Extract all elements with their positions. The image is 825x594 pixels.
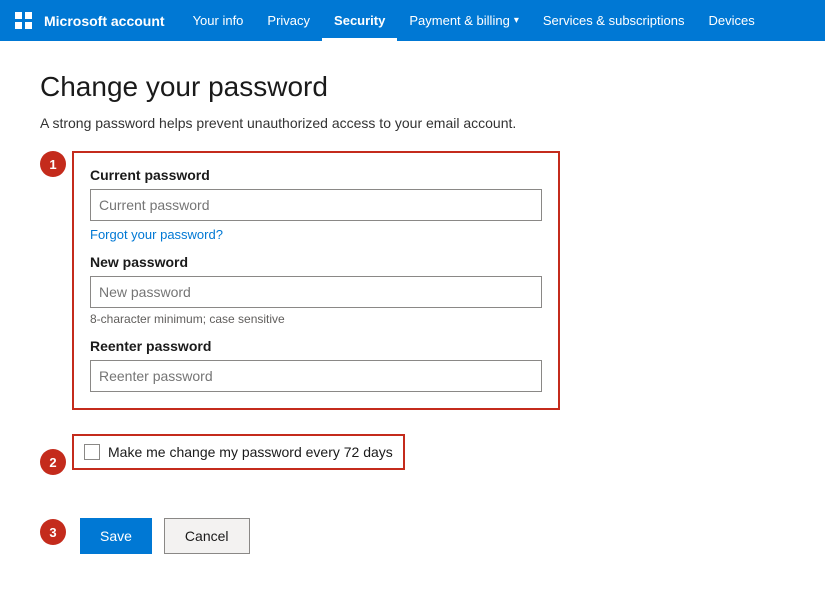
forgot-password-link[interactable]: Forgot your password?: [90, 227, 223, 242]
step2-row: 2 Make me change my password every 72 da…: [40, 434, 560, 490]
save-button[interactable]: Save: [80, 518, 152, 554]
checkbox-section: Make me change my password every 72 days: [72, 434, 405, 470]
reenter-password-row: Reenter password: [90, 338, 542, 392]
current-password-input[interactable]: [90, 189, 542, 221]
nav-links: Your info Privacy Security Payment & bil…: [181, 0, 767, 41]
main-content: Change your password A strong password h…: [0, 41, 600, 594]
nav-link-payment-billing[interactable]: Payment & billing ▾: [397, 0, 530, 41]
current-password-label: Current password: [90, 167, 542, 183]
button-row: Save Cancel: [80, 518, 250, 554]
nav-link-your-info[interactable]: Your info: [181, 0, 256, 41]
nav-bar: Microsoft account Your info Privacy Secu…: [0, 0, 825, 41]
new-password-hint: 8-character minimum; case sensitive: [90, 312, 542, 326]
nav-link-privacy[interactable]: Privacy: [255, 0, 322, 41]
checkbox-label: Make me change my password every 72 days: [108, 444, 393, 460]
password-form-section: Current password Forgot your password? N…: [72, 151, 560, 410]
nav-link-security[interactable]: Security: [322, 0, 397, 41]
new-password-input[interactable]: [90, 276, 542, 308]
change-password-checkbox[interactable]: [84, 444, 100, 460]
current-password-row: Current password Forgot your password?: [90, 167, 542, 242]
step1-row: 1 Current password Forgot your password?…: [40, 151, 560, 424]
nav-link-services-subscriptions[interactable]: Services & subscriptions: [531, 0, 697, 41]
step2-circle: 2: [40, 449, 66, 475]
step3-circle: 3: [40, 519, 66, 545]
cancel-button[interactable]: Cancel: [164, 518, 250, 554]
nav-brand[interactable]: Microsoft account: [44, 13, 165, 29]
payment-billing-arrow-icon: ▾: [514, 15, 519, 26]
reenter-password-input[interactable]: [90, 360, 542, 392]
new-password-label: New password: [90, 254, 542, 270]
reenter-password-label: Reenter password: [90, 338, 542, 354]
app-grid-icon[interactable]: [8, 5, 40, 37]
new-password-row: New password 8-character minimum; case s…: [90, 254, 542, 326]
page-subtitle: A strong password helps prevent unauthor…: [40, 115, 560, 131]
page-title: Change your password: [40, 71, 560, 103]
nav-link-devices[interactable]: Devices: [696, 0, 766, 41]
step1-circle: 1: [40, 151, 66, 177]
